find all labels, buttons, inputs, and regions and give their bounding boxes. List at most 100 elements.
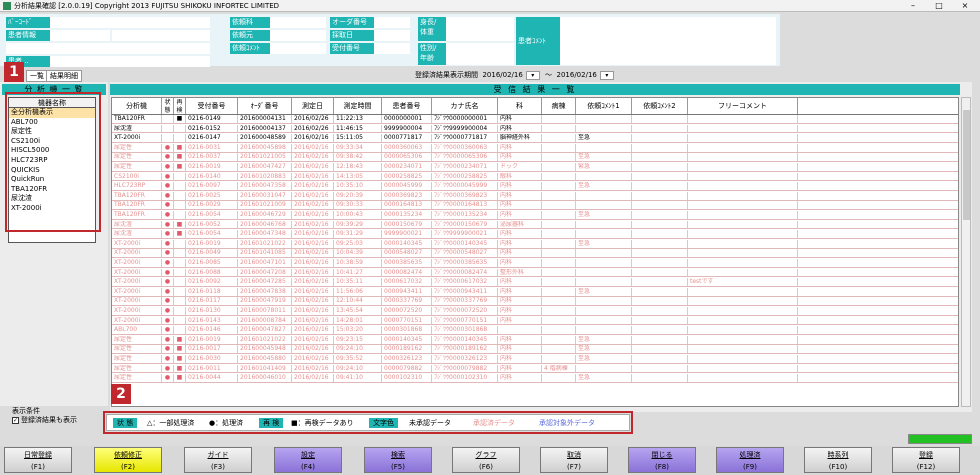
barcode-input[interactable]	[50, 17, 210, 28]
column-header[interactable]: 依頼ｺﾒﾝﾄ1	[576, 98, 632, 114]
chevron-down-icon[interactable]: ▾	[599, 70, 614, 80]
table-cell-receipt: 0216-0052	[186, 220, 238, 229]
column-header[interactable]: 科	[498, 98, 542, 114]
table-cell-c1	[576, 124, 632, 133]
column-header[interactable]: 測定日	[292, 98, 334, 114]
table-row[interactable]: 尿定性 ● ■ 0216-0011 201601041409 2016/02/16 09:2…	[112, 364, 958, 374]
column-header[interactable]: 再検	[174, 98, 186, 114]
fkey-button[interactable]: グラフ (F6)	[452, 447, 520, 473]
table-row[interactable]: XT-2000i ● 0216-0143 201600008784 2016/02/16…	[112, 316, 958, 326]
fkey-button[interactable]: 処理済 (F9)	[716, 447, 784, 473]
table-cell-analyzer: XT-2000i	[112, 239, 162, 248]
fkey-button[interactable]: 設定 (F4)	[274, 447, 342, 473]
table-cell-patient: 0000045999	[382, 182, 432, 190]
table-cell-c1	[576, 297, 632, 306]
table-cell-state: ●	[162, 163, 174, 171]
table-cell-dept: 内科	[498, 364, 542, 373]
table-row[interactable]: CS2100i ● 0216-0140 201601020883 2016/02/16 1…	[112, 172, 958, 182]
tab-list[interactable]: 一覧	[26, 70, 48, 82]
tab-result-detail[interactable]: 結果明細	[46, 70, 82, 82]
table-cell-retest	[174, 134, 186, 142]
table-row[interactable]: XT-2000i ● 0216-0019 201601021022 2016/02/16…	[112, 239, 958, 249]
column-header[interactable]: 依頼ｺﾒﾝﾄ2	[632, 98, 688, 114]
chevron-down-icon[interactable]: ▾	[525, 70, 540, 80]
table-row[interactable]: XT-2000i ● 0216-0118 201600047838 2016/02/16…	[112, 287, 958, 297]
fkey-button[interactable]: 登録 (F12)	[892, 447, 960, 473]
table-row[interactable]: XT-2000i ● 0216-0092 201600047285 2016/02/16…	[112, 278, 958, 287]
column-header[interactable]: 患者番号	[382, 98, 432, 114]
table-cell-free	[688, 172, 798, 181]
table-cell-ward	[542, 287, 576, 296]
table-row[interactable]: XT-2000i ● 0216-0085 201600047101 2016/02/16…	[112, 259, 958, 268]
table-row[interactable]: 尿定性 ● ■ 0216-0019 201600047427 2016/02/16 12:1…	[112, 163, 958, 172]
fkey-button[interactable]: 依頼修正 (F2)	[94, 447, 162, 473]
table-cell-kana: ﾌｼﾞﾂｳ0000234071	[432, 163, 498, 171]
table-row[interactable]: TBA120FR ● 0216-0025 201600031047 2016/02/16…	[112, 191, 958, 201]
table-cell-receipt: 0216-0031	[186, 143, 238, 152]
table-row[interactable]: 尿定性 ● ■ 0216-0019 201601021022 2016/02/16 09:2…	[112, 335, 958, 345]
column-header[interactable]: 受付番号	[186, 98, 238, 114]
vertical-scrollbar[interactable]	[961, 97, 971, 407]
fkey-label: 日常登録	[24, 451, 52, 459]
table-cell-receipt: 0216-0130	[186, 307, 238, 315]
maximize-button[interactable]: □	[926, 0, 952, 12]
fkey-button[interactable]: 検索 (F5)	[364, 447, 432, 473]
table-cell-ward	[542, 239, 576, 248]
table-cell-c2	[632, 182, 688, 190]
column-header[interactable]: カナ氏名	[432, 98, 498, 114]
table-cell-state: ●	[162, 287, 174, 296]
table-row[interactable]: 尿定性 ● ■ 0216-0017 201600045948 2016/02/16 09:2…	[112, 345, 958, 355]
period-from[interactable]: 2016/02/16	[482, 71, 522, 79]
table-row[interactable]: XT-2000i ● 0216-0049 201601041085 2016/02/16…	[112, 249, 958, 259]
table-cell-state: ●	[162, 374, 174, 382]
column-header[interactable]: 測定時間	[334, 98, 382, 114]
table-row[interactable]: HLC723RP ● 0216-0097 201600047358 2016/02/16…	[112, 182, 958, 191]
minimize-button[interactable]: –	[900, 0, 926, 12]
table-cell-time: 11:46:15	[334, 124, 382, 133]
table-cell-free	[688, 153, 798, 162]
period-to[interactable]: 2016/02/16	[557, 71, 597, 79]
fkey-button[interactable]: 閉じる (F8)	[628, 447, 696, 473]
scrollbar-thumb[interactable]	[963, 110, 970, 220]
close-button[interactable]: ×	[952, 0, 978, 12]
fkey-button[interactable]: 時系列 (F10)	[804, 447, 872, 473]
order-comment-field	[270, 43, 326, 54]
table-cell-receipt: 0216-0117	[186, 297, 238, 306]
table-cell-c1	[576, 191, 632, 200]
table-cell-retest	[174, 211, 186, 219]
table-cell-c2	[632, 115, 688, 123]
show-registered-checkbox[interactable]: ✓	[12, 416, 19, 424]
column-header[interactable]: 状態	[162, 98, 174, 114]
table-row[interactable]: 尿沈渣 0216-0152 201600004137 2016/02/26 11:46:…	[112, 124, 958, 134]
table-row[interactable]: 尿沈渣 ● ■ 0216-0054 201600047348 2016/02/16 09:3…	[112, 230, 958, 239]
table-row[interactable]: TBA120FR ● 0216-0054 201600046729 2016/02/16…	[112, 211, 958, 220]
patient-info-field	[50, 30, 110, 41]
table-row[interactable]: XT-2000i 0216-0147 201600048589 2016/02/16 1…	[112, 134, 958, 143]
table-cell-c1: 至急	[576, 355, 632, 363]
table-row[interactable]: 尿定性 ● ■ 0216-0044 201600046010 2016/02/16 09:4…	[112, 374, 958, 383]
table-row[interactable]: 尿沈渣 ● ■ 0216-0052 201600046768 2016/02/16 09:3…	[112, 220, 958, 230]
table-row[interactable]: 尿定性 ● ■ 0216-0037 201601021005 2016/02/16 09:3…	[112, 153, 958, 163]
fkey-button[interactable]: ガイド (F3)	[184, 447, 252, 473]
table-cell-state: ●	[162, 364, 174, 373]
table-row[interactable]: TBA120FR ● 0216-0029 201601021009 2016/02/16…	[112, 201, 958, 211]
fkey-button[interactable]: 取消 (F7)	[540, 447, 608, 473]
table-cell-patient: 0000943411	[382, 287, 432, 296]
column-header[interactable]: 分析機	[112, 98, 162, 114]
fkey-shortcut: (F7)	[567, 463, 581, 471]
table-row[interactable]: XT-2000i ● 0216-0130 201600078011 2016/02/16…	[112, 307, 958, 316]
table-row[interactable]: XT-2000i ● 0216-0088 201600047208 2016/02/16…	[112, 268, 958, 278]
collect-date-label: 採取日	[330, 30, 374, 41]
column-header[interactable]: ｵｰﾀﾞ番号	[238, 98, 292, 114]
table-cell-dept: 脳神経外科	[498, 134, 542, 142]
table-row[interactable]: TBA120FR ■ 0216-0149 201600004131 2016/02/26…	[112, 115, 958, 124]
column-header[interactable]: フリーコメント	[688, 98, 798, 114]
table-row[interactable]: 尿定性 ● ■ 0216-0031 201600045898 2016/02/16 09:3…	[112, 143, 958, 153]
table-cell-c1	[576, 326, 632, 334]
table-row[interactable]: 尿定性 ● ■ 0216-0030 201600045880 2016/02/16 09:3…	[112, 355, 958, 364]
table-cell-patient: 0000164813	[382, 201, 432, 210]
table-row[interactable]: ABL700 ● 0216-0146 201600047827 2016/02/16 15…	[112, 326, 958, 335]
column-header[interactable]: 病棟	[542, 98, 576, 114]
fkey-button[interactable]: 日常登録 (F1)	[4, 447, 72, 473]
table-row[interactable]: XT-2000i ● 0216-0117 201600047919 2016/02/16…	[112, 297, 958, 307]
